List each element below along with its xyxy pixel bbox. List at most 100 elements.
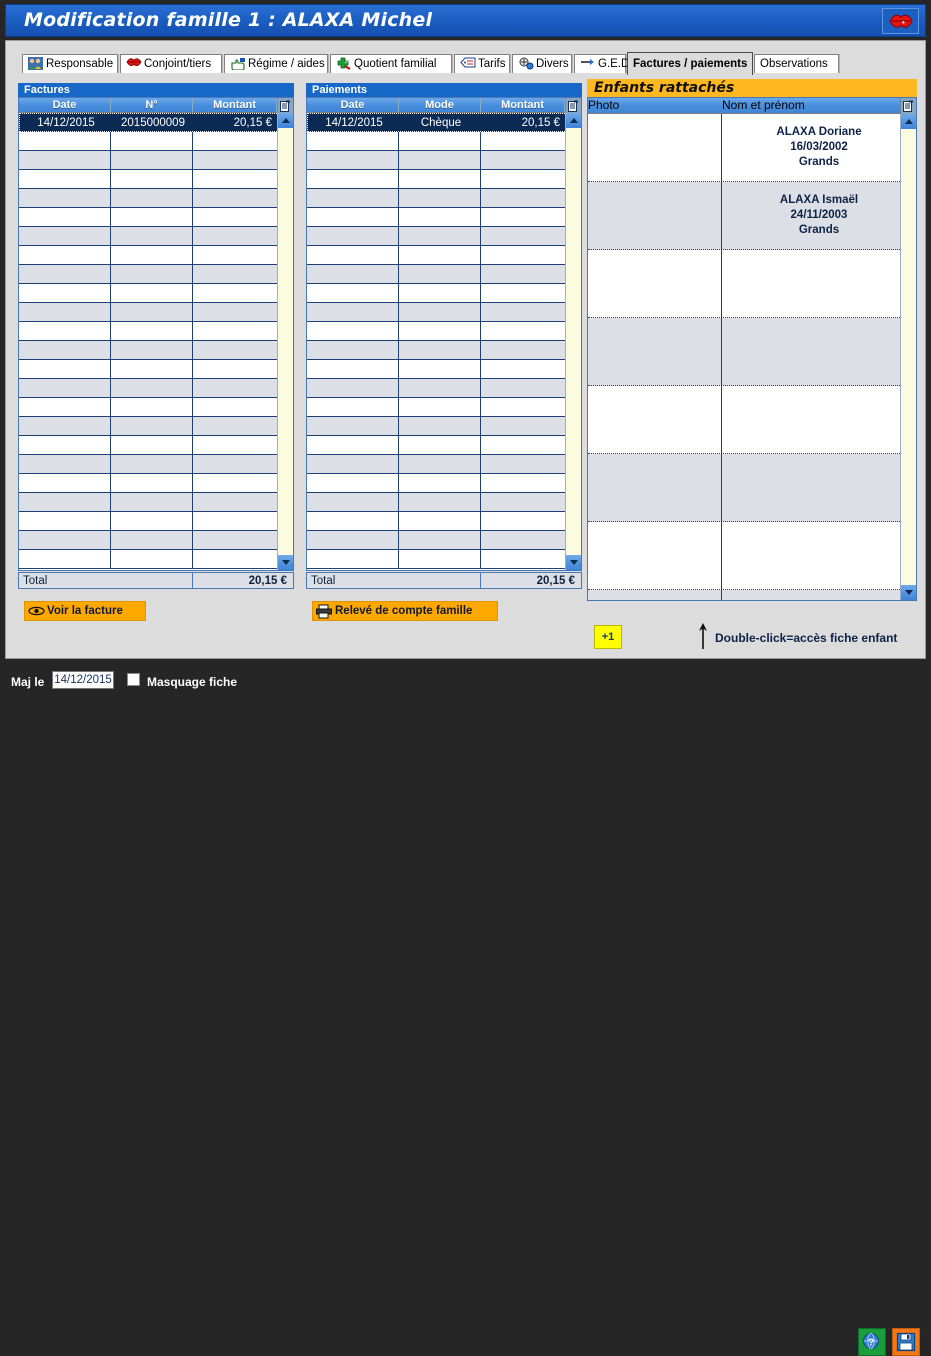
- table-row-empty[interactable]: [19, 227, 293, 246]
- cell-empty: [399, 436, 481, 454]
- table-row-empty[interactable]: [19, 341, 293, 360]
- cell-empty: [481, 132, 565, 150]
- table-row-empty[interactable]: [307, 398, 581, 417]
- table-row-empty[interactable]: [307, 322, 581, 341]
- table-row-empty[interactable]: [19, 550, 293, 569]
- masquage-fiche-checkbox[interactable]: [127, 673, 140, 686]
- column-header-nom-prenom[interactable]: Nom et prénom: [722, 98, 900, 113]
- list-icon-button[interactable]: [900, 98, 916, 114]
- list-icon-button[interactable]: [565, 98, 581, 113]
- enfants-scrollbar[interactable]: [900, 114, 916, 600]
- table-row-empty[interactable]: [307, 284, 581, 303]
- table-row-empty[interactable]: [307, 512, 581, 531]
- table-row-empty[interactable]: [307, 550, 581, 569]
- table-row-empty[interactable]: [307, 227, 581, 246]
- table-row[interactable]: 14/12/2015 Chèque 20,15 €: [307, 113, 581, 132]
- help-button[interactable]: ?: [858, 1328, 886, 1356]
- table-row-empty[interactable]: [307, 436, 581, 455]
- cell-empty: [399, 265, 481, 283]
- table-row-empty[interactable]: [307, 170, 581, 189]
- column-header-photo[interactable]: Photo: [588, 98, 722, 113]
- table-row[interactable]: 14/12/2015 2015000009 20,15 €: [19, 113, 293, 132]
- table-row-empty[interactable]: [19, 512, 293, 531]
- scroll-up-button[interactable]: [566, 113, 581, 128]
- enfant-row[interactable]: [588, 386, 916, 454]
- add-enfant-button[interactable]: +1: [594, 625, 622, 649]
- tab-responsable[interactable]: Responsable: [22, 54, 118, 73]
- enfant-row[interactable]: [588, 522, 916, 590]
- table-row-empty[interactable]: [307, 474, 581, 493]
- table-row-empty[interactable]: [307, 341, 581, 360]
- cell-empty: [307, 341, 399, 359]
- scroll-up-button[interactable]: [901, 114, 916, 129]
- column-header-montant[interactable]: Montant: [193, 98, 277, 112]
- table-row-empty[interactable]: [19, 379, 293, 398]
- column-header-montant[interactable]: Montant: [481, 98, 565, 112]
- releve-compte-famille-button[interactable]: Relevé de compte famille: [312, 601, 498, 621]
- table-row-empty[interactable]: [307, 379, 581, 398]
- enfant-groupe: Grands: [798, 224, 840, 236]
- table-row-empty[interactable]: [307, 265, 581, 284]
- table-row-empty[interactable]: [19, 417, 293, 436]
- table-row-empty[interactable]: [19, 246, 293, 265]
- table-row-empty[interactable]: [307, 303, 581, 322]
- column-header-numero[interactable]: N°: [111, 98, 193, 112]
- factures-scrollbar[interactable]: [277, 113, 293, 570]
- table-row-empty[interactable]: [19, 436, 293, 455]
- list-icon-button[interactable]: [277, 98, 293, 113]
- table-row-empty[interactable]: [307, 151, 581, 170]
- tab-divers[interactable]: Divers: [512, 54, 572, 73]
- chevron-up-icon: [281, 118, 290, 123]
- enfant-row[interactable]: [588, 454, 916, 522]
- table-row-empty[interactable]: [19, 151, 293, 170]
- table-row-empty[interactable]: [19, 493, 293, 512]
- enfant-row[interactable]: [588, 250, 916, 318]
- table-row-empty[interactable]: [307, 455, 581, 474]
- tab-quotient-familial[interactable]: Quotient familial: [330, 54, 452, 73]
- tab-observations[interactable]: Observations: [754, 54, 839, 73]
- tab-conjoint-tiers[interactable]: Conjoint/tiers: [120, 54, 222, 73]
- enfant-row[interactable]: ALAXA Doriane 16/03/2002 Grands: [588, 114, 916, 182]
- table-row-empty[interactable]: [19, 322, 293, 341]
- enfant-row[interactable]: ALAXA Ismaël 24/11/2003 Grands: [588, 182, 916, 250]
- table-row-empty[interactable]: [307, 208, 581, 227]
- column-header-date[interactable]: Date: [307, 98, 399, 112]
- tab-ged[interactable]: G.E.D.: [574, 54, 633, 73]
- table-row-empty[interactable]: [307, 189, 581, 208]
- column-header-date[interactable]: Date: [19, 98, 111, 112]
- table-row-empty[interactable]: [307, 246, 581, 265]
- table-row-empty[interactable]: [307, 531, 581, 550]
- tab-tarifs[interactable]: Tarifs: [454, 54, 510, 73]
- table-row-empty[interactable]: [19, 455, 293, 474]
- table-row-empty[interactable]: [307, 417, 581, 436]
- table-row-empty[interactable]: [19, 189, 293, 208]
- table-row-empty[interactable]: [19, 170, 293, 189]
- voir-la-facture-button[interactable]: Voir la facture: [24, 601, 146, 621]
- table-row-empty[interactable]: [19, 208, 293, 227]
- table-row-empty[interactable]: [19, 303, 293, 322]
- table-row-empty[interactable]: [307, 493, 581, 512]
- cell-empty: [193, 170, 277, 188]
- maj-date-field[interactable]: 14/12/2015: [52, 671, 114, 689]
- table-row-empty[interactable]: [307, 132, 581, 151]
- table-row-empty[interactable]: [19, 265, 293, 284]
- tab-regime-aides[interactable]: Régime / aides: [224, 54, 328, 73]
- table-row-empty[interactable]: [19, 398, 293, 417]
- tab-factures-paiements[interactable]: Factures / paiements: [627, 52, 753, 75]
- scroll-down-button[interactable]: [901, 585, 916, 600]
- table-row-empty[interactable]: [19, 531, 293, 550]
- table-row-empty[interactable]: [19, 284, 293, 303]
- save-button[interactable]: [892, 1328, 920, 1356]
- paiements-scrollbar[interactable]: [565, 113, 581, 570]
- table-row-empty[interactable]: [19, 132, 293, 151]
- scroll-up-button[interactable]: [278, 113, 293, 128]
- lips-icon-button[interactable]: [882, 8, 919, 34]
- table-row-empty[interactable]: [19, 474, 293, 493]
- enfant-row[interactable]: [588, 318, 916, 386]
- column-header-mode[interactable]: Mode: [399, 98, 481, 112]
- scroll-down-button[interactable]: [566, 555, 581, 570]
- enfant-row[interactable]: [588, 590, 916, 600]
- table-row-empty[interactable]: [307, 360, 581, 379]
- table-row-empty[interactable]: [19, 360, 293, 379]
- scroll-down-button[interactable]: [278, 555, 293, 570]
